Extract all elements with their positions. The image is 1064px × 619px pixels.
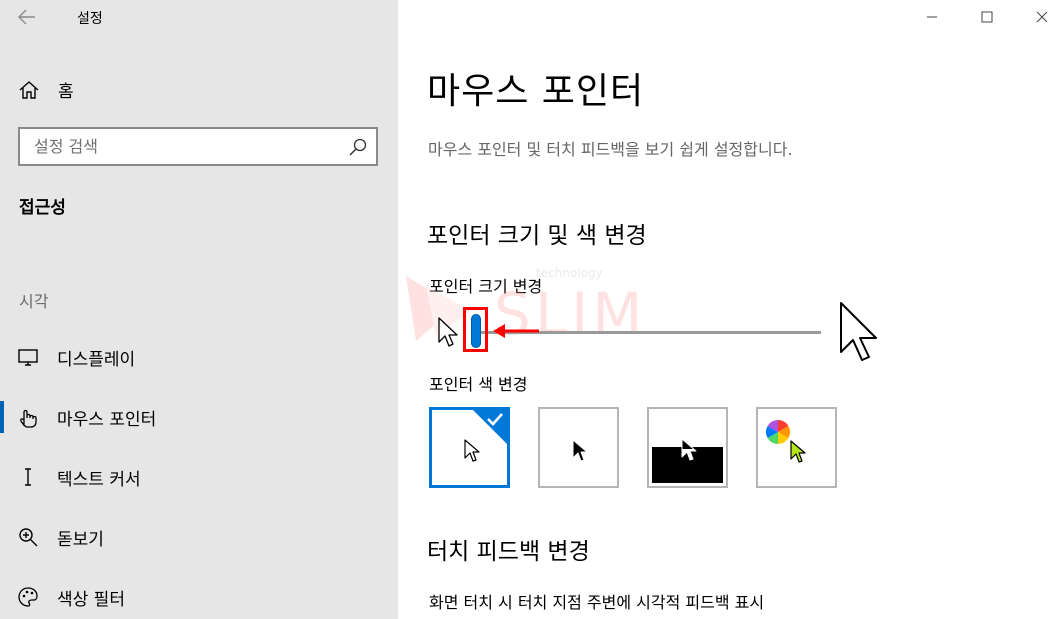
pointer-color-custom[interactable] — [756, 407, 837, 488]
back-button[interactable] — [14, 4, 40, 30]
sidebar-item-magnifier[interactable]: 돋보기 — [0, 513, 398, 561]
sidebar-item-color-filter[interactable]: 색상 필터 — [0, 573, 398, 619]
search-input[interactable] — [20, 129, 340, 164]
pointer-section-heading: 포인터 크기 및 색 변경 — [427, 223, 647, 249]
page-description: 마우스 포인터 및 터치 피드백을 보기 쉽게 설정합니다. — [428, 140, 793, 159]
page-title: 마우스 포인터 — [427, 71, 645, 112]
home-icon — [19, 81, 39, 99]
pointer-color-inverted[interactable] — [647, 407, 728, 488]
sidebar-item-text-cursor[interactable]: 텍스트 커서 — [0, 453, 398, 501]
pointer-color-black[interactable] — [538, 407, 619, 488]
touch-feedback-label: 화면 터치 시 터치 지점 주변에 시각적 피드백 표시 — [429, 593, 765, 612]
annotation-arrow-icon — [493, 324, 539, 338]
pointer-size-label: 포인터 크기 변경 — [429, 277, 543, 296]
large-pointer-icon — [840, 302, 877, 361]
text-cursor-icon — [25, 468, 31, 486]
touch-section-heading: 터치 피드백 변경 — [427, 539, 590, 565]
sidebar-item-label: 홈 — [58, 82, 74, 102]
close-button[interactable] — [1027, 6, 1057, 28]
maximize-icon — [981, 11, 993, 23]
minimize-button[interactable] — [917, 6, 947, 28]
white-pointer-icon — [464, 439, 480, 462]
small-pointer-icon — [438, 317, 458, 347]
pointer-color-label: 포인터 색 변경 — [429, 375, 528, 394]
pointer-color-white[interactable] — [429, 407, 510, 488]
maximize-button[interactable] — [972, 6, 1002, 28]
magnifier-icon — [19, 528, 38, 547]
monitor-icon — [18, 349, 38, 366]
search-box — [18, 127, 378, 166]
app-title: 설정 — [77, 11, 103, 27]
sidebar-item-mouse-pointer[interactable]: 마우스 포인터 — [0, 393, 398, 441]
sidebar-item-home[interactable]: 홈 — [0, 70, 398, 108]
palette-icon — [18, 587, 38, 607]
sidebar-item-display[interactable]: 디스플레이 — [0, 333, 398, 381]
sidebar: 설정 홈 접근성 시각 디스플레이 마우스 포인터 텍스트 커서 돋보기 색상 … — [0, 0, 398, 619]
sidebar-item-label: 마우스 포인터 — [57, 410, 157, 430]
search-icon[interactable] — [348, 137, 368, 157]
checkmark-icon — [487, 413, 503, 426]
black-pointer-icon — [572, 439, 588, 462]
inverted-pointer-icon — [681, 438, 697, 461]
mouse-pointer-icon — [20, 409, 37, 428]
category-title: 접근성 — [19, 198, 66, 218]
close-icon — [1036, 11, 1048, 23]
group-label: 시각 — [19, 292, 49, 311]
color-wheel-icon — [765, 420, 791, 444]
minimize-icon — [927, 16, 937, 18]
active-indicator — [0, 401, 4, 433]
annotation-highlight-box — [463, 307, 488, 352]
sidebar-item-label: 돋보기 — [57, 530, 104, 550]
sidebar-item-label: 색상 필터 — [57, 590, 125, 610]
custom-pointer-icon — [790, 440, 806, 463]
sidebar-item-label: 디스플레이 — [57, 350, 136, 370]
back-arrow-icon — [18, 9, 35, 25]
sidebar-item-label: 텍스트 커서 — [57, 470, 141, 490]
watermark-small-text: technology — [536, 266, 603, 280]
